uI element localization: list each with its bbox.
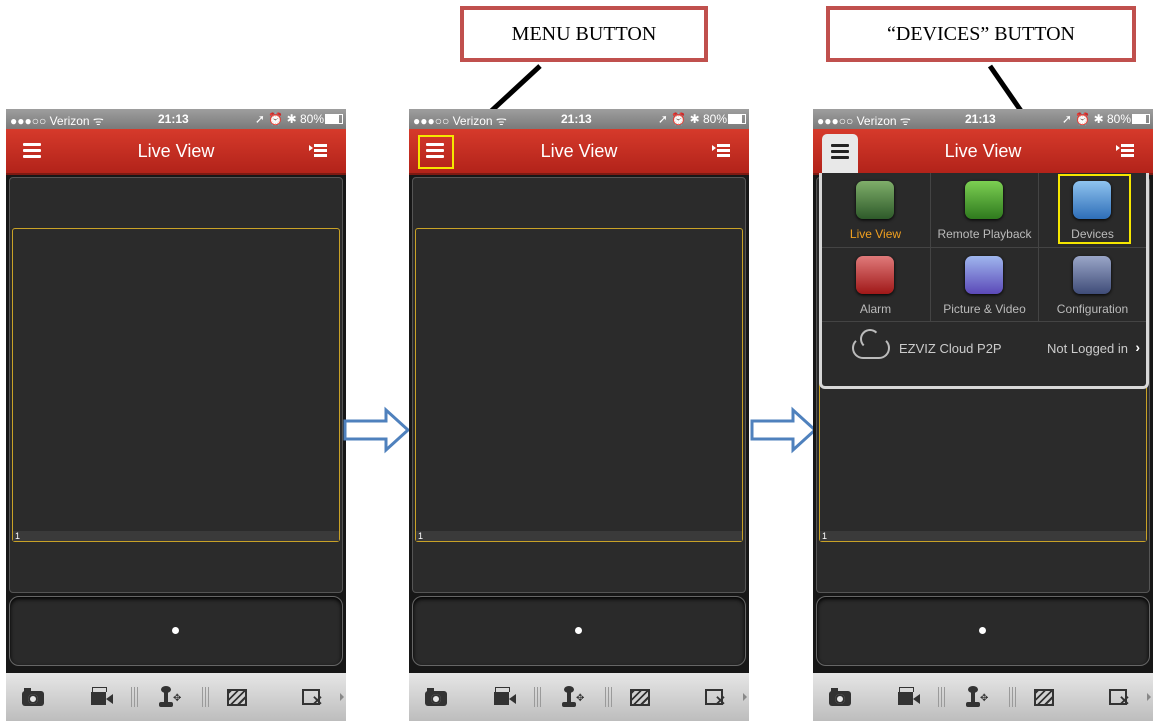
status-bar: ●●●○○ Verizon ᯤ 21:13 ➚ ⏰ ✱ 80%	[813, 109, 1153, 129]
menu-item-configuration[interactable]: Configuration	[1039, 248, 1146, 322]
page-indicator	[575, 627, 582, 634]
close-window-icon[interactable]: ✕	[302, 686, 326, 708]
picture-video-icon	[965, 256, 1003, 294]
menu-item-picture-video[interactable]: Picture & Video	[931, 248, 1038, 322]
channel-list-icon[interactable]	[1116, 144, 1134, 158]
nav-bar: Live View	[813, 129, 1153, 175]
page-indicator	[172, 627, 179, 634]
alarm-icon	[856, 256, 894, 294]
menu-item-label: Configuration	[1056, 302, 1129, 316]
devices-button-callout: “DEVICES” BUTTON	[826, 6, 1136, 62]
menu-item-label: Alarm	[859, 302, 892, 316]
menu-button-callout: MENU BUTTON	[460, 6, 708, 62]
image-quality-icon[interactable]	[227, 686, 251, 708]
status-indicators: ➚ ⏰ ✱ 80%	[254, 112, 324, 126]
live-view-icon	[856, 181, 894, 219]
divider	[534, 687, 542, 707]
scroll-right-icon[interactable]	[340, 693, 344, 701]
phone-screen-1: ●●●○○ Verizon ᯤ 21:13 ➚ ⏰ ✱ 80% Live Vie…	[6, 109, 346, 721]
nav-bar: Live View	[6, 129, 346, 175]
clock: 21:13	[965, 112, 996, 126]
menu-item-remote-playback[interactable]: Remote Playback	[931, 173, 1038, 247]
battery-icon	[1132, 114, 1150, 124]
record-video-icon[interactable]	[91, 686, 115, 708]
divider	[131, 687, 139, 707]
divider	[1009, 687, 1017, 707]
ptz-joystick-icon[interactable]: ✥	[159, 686, 183, 708]
page-title: Live View	[540, 141, 618, 161]
status-indicators: ➚ ⏰ ✱ 80%	[1061, 112, 1131, 126]
divider	[202, 687, 210, 707]
close-window-icon[interactable]: ✕	[705, 686, 729, 708]
cloud-service-label: EZVIZ Cloud P2P	[899, 341, 1002, 356]
video-panel[interactable]: 1	[412, 177, 746, 593]
divider	[938, 687, 946, 707]
scroll-right-icon[interactable]	[1147, 693, 1151, 701]
menu-item-label: Live View	[849, 227, 902, 241]
page-control-panel[interactable]	[9, 596, 343, 666]
status-bar: ●●●○○ Verizon ᯤ 21:13 ➚ ⏰ ✱ 80%	[6, 109, 346, 129]
carrier-label: ●●●○○ Verizon ᯤ	[817, 114, 911, 128]
remote-playback-icon	[965, 181, 1003, 219]
page-title: Live View	[944, 141, 1022, 161]
chevron-right-icon: ›	[1135, 339, 1140, 355]
bottom-toolbar: ✥ ✕	[409, 673, 749, 721]
clock: 21:13	[561, 112, 592, 126]
carrier-label: ●●●○○ Verizon ᯤ	[413, 114, 507, 128]
page-title: Live View	[137, 141, 215, 161]
channel-number: 1	[13, 531, 339, 541]
phone-screen-3: ●●●○○ Verizon ᯤ 21:13 ➚ ⏰ ✱ 80% Live Vie…	[813, 109, 1153, 721]
phone-screen-2: ●●●○○ Verizon ᯤ 21:13 ➚ ⏰ ✱ 80% Live Vie…	[409, 109, 749, 721]
channel-number: 1	[820, 531, 1146, 541]
channel-number: 1	[416, 531, 742, 541]
clock: 21:13	[158, 112, 189, 126]
camera-icon[interactable]	[425, 686, 449, 708]
video-window[interactable]: 1	[415, 228, 743, 542]
bottom-toolbar: ✥ ✕	[6, 673, 346, 721]
page-control-panel[interactable]	[412, 596, 746, 666]
scroll-right-icon[interactable]	[743, 693, 747, 701]
ptz-joystick-icon[interactable]: ✥	[966, 686, 990, 708]
cloud-icon	[852, 329, 890, 359]
menu-item-alarm[interactable]: Alarm	[822, 248, 929, 322]
ptz-joystick-icon[interactable]: ✥	[562, 686, 586, 708]
camera-icon[interactable]	[22, 686, 46, 708]
image-quality-icon[interactable]	[1034, 686, 1058, 708]
bottom-toolbar: ✥ ✕	[813, 673, 1153, 721]
menu-item-live-view[interactable]: Live View	[822, 173, 929, 247]
page-control-panel[interactable]	[816, 596, 1150, 666]
record-video-icon[interactable]	[494, 686, 518, 708]
page-indicator	[979, 627, 986, 634]
battery-icon	[728, 114, 746, 124]
status-indicators: ➚ ⏰ ✱ 80%	[657, 112, 727, 126]
battery-icon	[325, 114, 343, 124]
divider	[605, 687, 613, 707]
channel-list-icon[interactable]	[309, 144, 327, 158]
menu-item-label: Picture & Video	[943, 302, 1026, 316]
camera-icon[interactable]	[829, 686, 853, 708]
nav-bar: Live View	[409, 129, 749, 175]
menu-item-label: Remote Playback	[937, 227, 1032, 241]
login-status: Not Logged in	[1047, 341, 1128, 356]
carrier-label: ●●●○○ Verizon ᯤ	[10, 114, 104, 128]
channel-list-icon[interactable]	[712, 144, 730, 158]
video-panel[interactable]: 1	[9, 177, 343, 593]
main-menu: Live View Remote Playback Devices Alarm …	[819, 173, 1149, 389]
close-window-icon[interactable]: ✕	[1109, 686, 1133, 708]
cloud-login-row[interactable]: EZVIZ Cloud P2P Not Logged in ›	[822, 325, 1146, 375]
configuration-icon	[1073, 256, 1111, 294]
devices-button-highlight	[1058, 174, 1131, 244]
video-window[interactable]: 1	[12, 228, 340, 542]
status-bar: ●●●○○ Verizon ᯤ 21:13 ➚ ⏰ ✱ 80%	[409, 109, 749, 129]
image-quality-icon[interactable]	[630, 686, 654, 708]
record-video-icon[interactable]	[898, 686, 922, 708]
